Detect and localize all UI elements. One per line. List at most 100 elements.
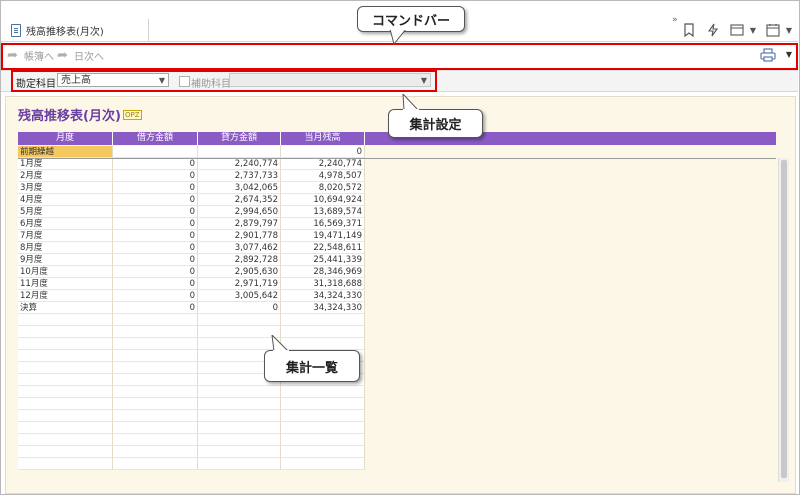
table-cell[interactable]: 8月度 [18, 242, 113, 254]
table-cell[interactable] [198, 338, 281, 350]
table-cell[interactable] [113, 434, 198, 446]
table-cell[interactable] [281, 326, 365, 338]
table-cell[interactable]: 0 [113, 218, 198, 230]
table-cell[interactable]: 10,694,924 [281, 194, 365, 206]
table-row[interactable]: 決算 0 0 34,324,330 [18, 302, 365, 314]
table-row-empty[interactable] [18, 338, 365, 350]
table-row[interactable]: 3月度 0 3,042,065 8,020,572 [18, 182, 365, 194]
table-cell[interactable] [281, 422, 365, 434]
table-cell[interactable]: 9月度 [18, 254, 113, 266]
table-cell[interactable]: 3,005,642 [198, 290, 281, 302]
table-cell[interactable] [18, 314, 113, 326]
table-cell[interactable]: 5月度 [18, 206, 113, 218]
table-cell[interactable]: 2,240,774 [198, 158, 281, 170]
table-row[interactable]: 9月度 0 2,892,728 25,441,339 [18, 254, 365, 266]
column-header-balance[interactable]: 当月残高 [281, 132, 365, 145]
table-cell[interactable] [198, 386, 281, 398]
table-cell[interactable]: 2,674,352 [198, 194, 281, 206]
table-cell[interactable] [198, 422, 281, 434]
table-row-empty[interactable] [18, 446, 365, 458]
table-row-empty[interactable] [18, 458, 365, 470]
table-cell[interactable]: 前期繰越 [18, 146, 113, 158]
table-cell[interactable] [281, 386, 365, 398]
table-cell[interactable] [198, 398, 281, 410]
table-cell[interactable] [113, 326, 198, 338]
table-row[interactable]: 5月度 0 2,994,650 13,689,574 [18, 206, 365, 218]
table-cell[interactable]: 0 [113, 158, 198, 170]
table-cell[interactable]: 0 [281, 146, 365, 158]
column-header-month[interactable]: 月度 [18, 132, 113, 145]
table-cell[interactable]: 2,971,719 [198, 278, 281, 290]
table-cell[interactable]: 8,020,572 [281, 182, 365, 194]
scrollbar-thumb[interactable] [781, 160, 787, 478]
table-cell[interactable] [198, 434, 281, 446]
table-cell[interactable] [18, 398, 113, 410]
table-cell[interactable] [18, 374, 113, 386]
table-cell[interactable] [18, 386, 113, 398]
table-cell[interactable] [198, 146, 281, 158]
table-cell[interactable] [18, 338, 113, 350]
table-cell[interactable] [113, 374, 198, 386]
table-cell[interactable]: 0 [113, 230, 198, 242]
table-cell[interactable]: 0 [113, 206, 198, 218]
daily-button[interactable]: ➦ 日次へ [57, 48, 104, 64]
bookmark-icon[interactable] [680, 21, 698, 39]
table-cell[interactable] [281, 410, 365, 422]
table-cell[interactable]: 2,879,797 [198, 218, 281, 230]
table-cell[interactable]: 0 [113, 278, 198, 290]
table-cell[interactable] [18, 434, 113, 446]
table-cell[interactable] [198, 326, 281, 338]
sub-account-checkbox[interactable] [179, 76, 190, 87]
table-cell[interactable]: 2,240,774 [281, 158, 365, 170]
table-cell[interactable]: 7月度 [18, 230, 113, 242]
column-header-credit[interactable]: 貸方金額 [198, 132, 281, 145]
table-cell[interactable]: 6月度 [18, 218, 113, 230]
table-cell[interactable]: 決算 [18, 302, 113, 314]
table-row-empty[interactable] [18, 314, 365, 326]
table-cell[interactable]: 3,042,065 [198, 182, 281, 194]
table-cell[interactable] [281, 398, 365, 410]
table-cell[interactable]: 2月度 [18, 170, 113, 182]
table-row-empty[interactable] [18, 434, 365, 446]
table-cell[interactable]: 0 [113, 182, 198, 194]
table-row[interactable]: 6月度 0 2,879,797 16,569,371 [18, 218, 365, 230]
calendar-icon[interactable] [764, 21, 782, 39]
table-row[interactable]: 4月度 0 2,674,352 10,694,924 [18, 194, 365, 206]
table-cell[interactable]: 34,324,330 [281, 302, 365, 314]
table-cell[interactable]: 0 [113, 266, 198, 278]
chevron-down-icon[interactable]: ▼ [748, 21, 758, 39]
table-row[interactable]: 11月度 0 2,971,719 31,318,688 [18, 278, 365, 290]
column-header-debit[interactable]: 借方金額 [113, 132, 198, 145]
table-row-empty[interactable] [18, 410, 365, 422]
table-cell[interactable]: 25,441,339 [281, 254, 365, 266]
table-cell[interactable]: 0 [113, 302, 198, 314]
table-cell[interactable] [113, 446, 198, 458]
table-cell[interactable]: 0 [198, 302, 281, 314]
table-cell[interactable]: 3,077,462 [198, 242, 281, 254]
table-cell[interactable]: 0 [113, 194, 198, 206]
sub-account-select[interactable]: ▼ [229, 73, 431, 87]
table-cell[interactable]: 10月度 [18, 266, 113, 278]
table-cell[interactable] [18, 326, 113, 338]
table-cell[interactable] [113, 458, 198, 470]
table-cell[interactable]: 0 [113, 290, 198, 302]
table-row[interactable]: 10月度 0 2,905,630 28,346,969 [18, 266, 365, 278]
table-cell[interactable]: 2,901,778 [198, 230, 281, 242]
account-select[interactable]: 売上高 ▼ [57, 73, 169, 87]
table-cell[interactable]: 2,905,630 [198, 266, 281, 278]
table-cell[interactable]: 19,471,149 [281, 230, 365, 242]
table-cell[interactable] [113, 410, 198, 422]
table-row-empty[interactable] [18, 422, 365, 434]
table-cell[interactable] [113, 146, 198, 158]
table-cell[interactable]: 22,548,611 [281, 242, 365, 254]
table-cell[interactable]: 2,994,650 [198, 206, 281, 218]
table-cell[interactable]: 28,346,969 [281, 266, 365, 278]
table-cell[interactable] [18, 350, 113, 362]
table-row[interactable]: 12月度 0 3,005,642 34,324,330 [18, 290, 365, 302]
table-cell[interactable] [113, 314, 198, 326]
table-cell[interactable]: 4月度 [18, 194, 113, 206]
table-row[interactable]: 前期繰越 0 [18, 146, 365, 158]
table-row[interactable]: 2月度 0 2,737,733 4,978,507 [18, 170, 365, 182]
table-cell[interactable] [281, 434, 365, 446]
table-cell[interactable] [18, 446, 113, 458]
